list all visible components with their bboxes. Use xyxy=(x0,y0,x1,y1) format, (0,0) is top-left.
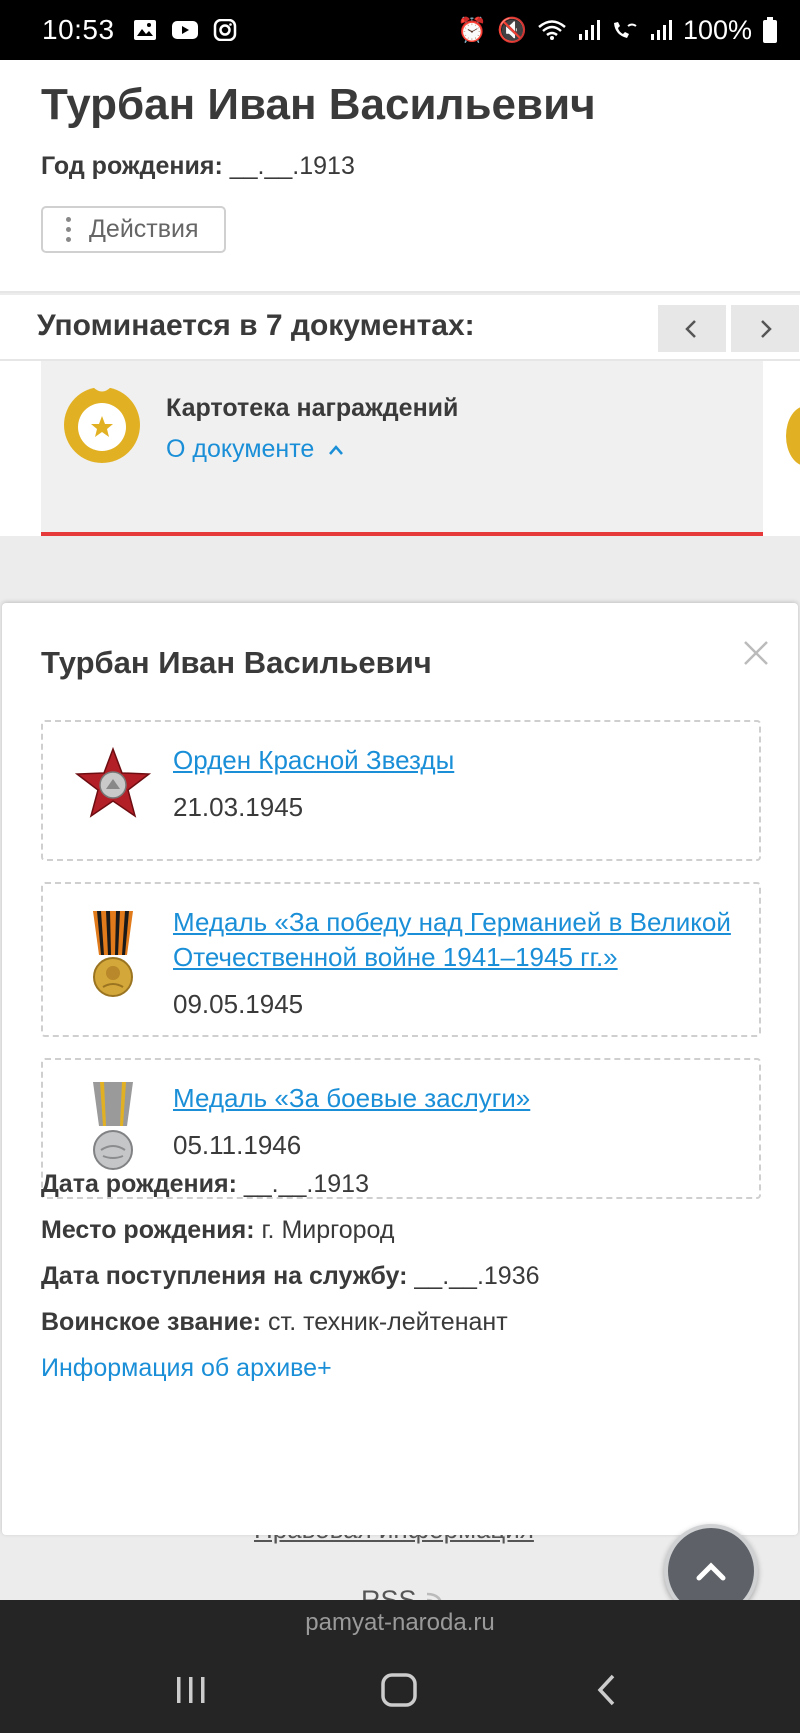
award-card: Медаль «За победу над Германией в Велико… xyxy=(41,882,761,1037)
system-nav-bar xyxy=(0,1646,800,1733)
birth-year: Год рождения: __.__.1913 xyxy=(41,152,355,181)
info-label: Место рождения: xyxy=(41,1216,255,1244)
info-service-start: Дата поступления на службу: __.__.1936 xyxy=(41,1262,540,1291)
info-birth-place: Место рождения: г. Миргород xyxy=(41,1216,394,1245)
document-carousel: Картотека награждений О документе xyxy=(0,361,800,536)
info-value: __.__.1936 xyxy=(414,1262,540,1290)
info-label: Дата рождения: xyxy=(41,1170,237,1198)
mentions-section: Упоминается в 7 документах: Картотека на… xyxy=(0,295,800,536)
award-popup: Турбан Иван Васильевич Орден Красной Зве… xyxy=(2,603,798,1535)
document-title: Картотека награждений xyxy=(166,394,459,422)
signal-icon-2 xyxy=(650,20,672,40)
info-rank: Воинское звание: ст. техник-лейтенант xyxy=(41,1308,508,1337)
chevron-up-icon xyxy=(696,1562,726,1581)
wifi-icon xyxy=(538,20,566,40)
instagram-icon xyxy=(213,19,236,41)
recent-apps-icon xyxy=(177,1677,205,1703)
prev-document-button[interactable] xyxy=(658,305,726,352)
gallery-icon xyxy=(133,20,156,40)
home-button[interactable] xyxy=(374,1668,424,1712)
youtube-icon xyxy=(171,21,198,39)
next-card-peek-icon xyxy=(786,406,800,466)
mute-icon: 🔇 xyxy=(497,16,527,44)
more-vertical-icon xyxy=(63,217,73,242)
popup-title: Турбан Иван Васильевич xyxy=(41,645,432,680)
battery-percent: 100% xyxy=(682,14,752,45)
award-name-link[interactable]: Медаль «За боевые заслуги» xyxy=(173,1081,743,1116)
url-bar[interactable]: pamyat-naroda.ru xyxy=(0,1600,800,1646)
award-date: 09.05.1945 xyxy=(173,989,304,1019)
status-bar: 10:53 ⏰ 🔇 100% xyxy=(0,0,800,60)
award-date: 05.11.1946 xyxy=(173,1130,302,1160)
battery-icon xyxy=(763,17,777,43)
info-value: ст. техник-лейтенант xyxy=(268,1308,508,1336)
info-birth-date: Дата рождения: __.__.1913 xyxy=(41,1170,369,1199)
home-icon xyxy=(381,1673,417,1707)
info-value: г. Миргород xyxy=(261,1216,395,1244)
info-label: Воинское звание: xyxy=(41,1308,262,1336)
chevron-up-icon xyxy=(329,445,344,455)
url-text: pamyat-naroda.ru xyxy=(305,1609,495,1636)
birth-year-label: Год рождения: xyxy=(41,152,223,180)
archive-info-link[interactable]: Информация об архиве+ xyxy=(41,1354,332,1383)
award-card-icon xyxy=(64,387,140,463)
person-header: Турбан Иван Васильевич Год рождения: __.… xyxy=(0,60,800,293)
chevron-right-icon xyxy=(761,319,772,338)
back-icon xyxy=(597,1674,615,1706)
red-star-order-icon xyxy=(74,747,152,818)
mentions-header: Упоминается в 7 документах: xyxy=(0,295,800,361)
close-icon[interactable] xyxy=(739,636,773,670)
combat-merit-medal-icon xyxy=(93,1082,133,1170)
wifi-call-icon xyxy=(613,22,637,38)
info-label: Дата поступления на службу: xyxy=(41,1262,408,1290)
actions-button[interactable]: Действия xyxy=(41,206,226,253)
victory-medal-icon xyxy=(93,911,133,997)
info-value: __.__.1913 xyxy=(243,1170,369,1198)
signal-icon xyxy=(578,20,600,40)
award-name-link[interactable]: Орден Красной Звезды xyxy=(173,743,743,778)
next-document-button[interactable] xyxy=(731,305,799,352)
back-button[interactable] xyxy=(582,1668,632,1712)
document-card[interactable]: Картотека награждений О документе xyxy=(41,361,763,536)
alarm-icon: ⏰ xyxy=(457,16,488,44)
award-date: 21.03.1945 xyxy=(173,792,304,822)
award-card: Орден Красной Звезды 21.03.1945 xyxy=(41,720,761,861)
recent-apps-button[interactable] xyxy=(166,1668,216,1712)
person-name: Турбан Иван Васильевич xyxy=(41,80,596,129)
status-time: 10:53 xyxy=(42,14,115,45)
mentions-title: Упоминается в 7 документах: xyxy=(37,309,475,342)
award-name-link[interactable]: Медаль «За победу над Германией в Велико… xyxy=(173,905,743,975)
actions-button-label: Действия xyxy=(89,215,199,243)
about-document-label: О документе xyxy=(166,435,315,463)
birth-year-value: __.__.1913 xyxy=(229,152,355,180)
about-document-link[interactable]: О документе xyxy=(166,435,345,464)
page: Турбан Иван Васильевич Год рождения: __.… xyxy=(0,60,800,1618)
chevron-left-icon xyxy=(685,319,696,338)
